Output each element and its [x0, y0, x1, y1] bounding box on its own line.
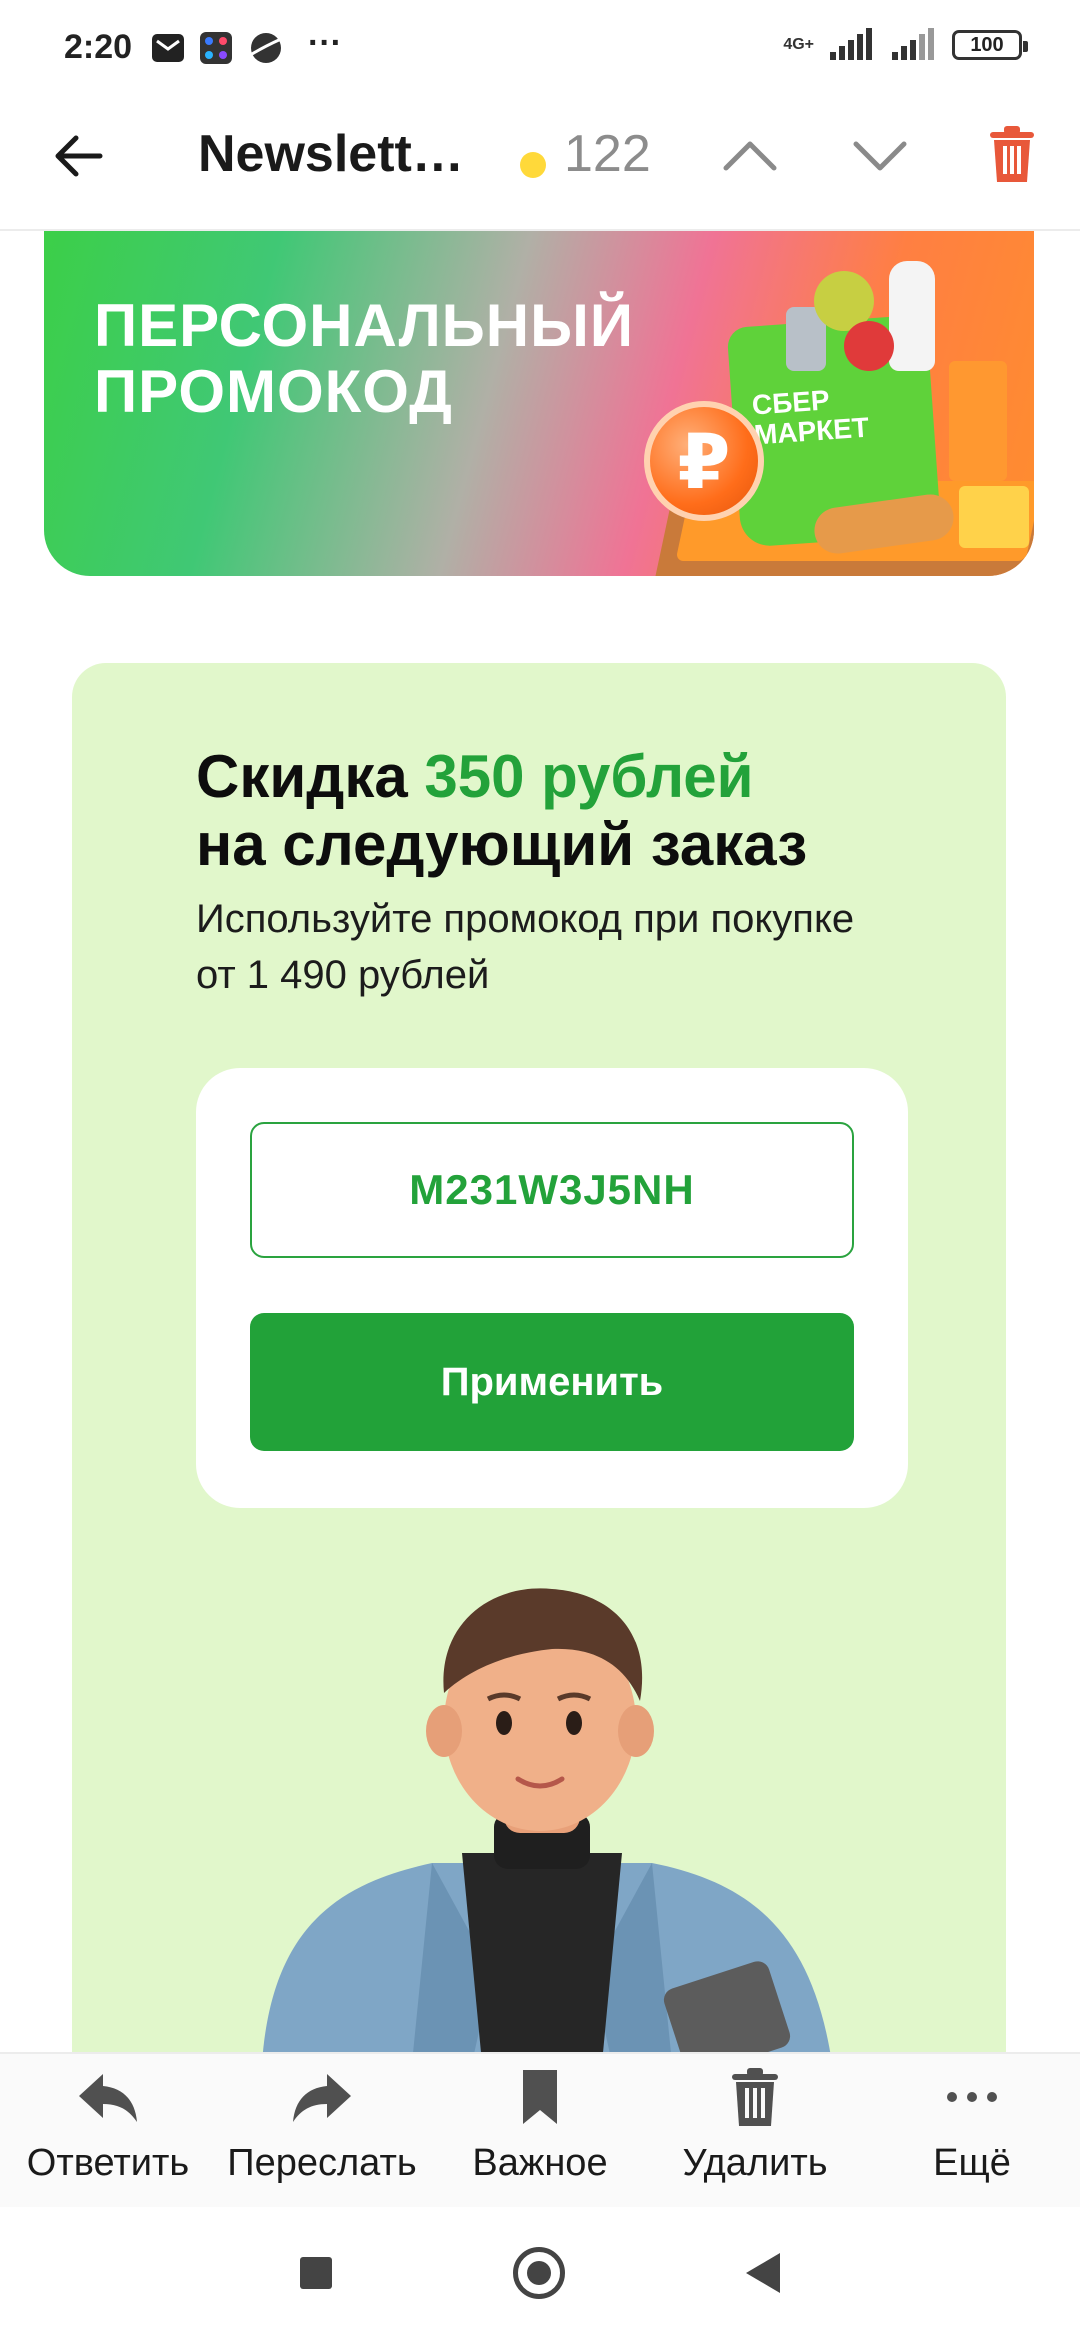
forward-icon: [293, 2074, 351, 2122]
forward-label: Переслать: [227, 2142, 417, 2184]
headline-prefix: Скидка: [196, 743, 425, 810]
battery-level: 100: [970, 33, 1004, 56]
promo-banner[interactable]: ПЕРСОНАЛЬНЫЙ ПРОМОКОД СБЕР МАРКЕТ ₽: [44, 231, 1034, 576]
headline-amount: 350 рублей: [424, 743, 754, 810]
reply-button[interactable]: Ответить: [8, 2064, 208, 2204]
apply-button[interactable]: Применить: [250, 1313, 854, 1451]
important-button[interactable]: Важное: [440, 2064, 640, 2204]
headline-line1: Скидка 350 рублей: [196, 743, 807, 811]
back-triangle-icon[interactable]: [746, 2253, 780, 2293]
trash-icon: [732, 2068, 778, 2126]
cheese-illustration: [959, 486, 1029, 548]
next-message-chevron-down-icon[interactable]: [852, 128, 908, 184]
reply-label: Ответить: [26, 2142, 190, 2184]
home-circle-icon[interactable]: [513, 2247, 565, 2299]
status-right: 4G+ 100: [783, 28, 1028, 62]
signal-icon-2: [892, 28, 934, 60]
more-label: Ещё: [933, 2142, 1011, 2184]
juice-box-illustration: [949, 361, 1007, 481]
back-arrow-icon[interactable]: [48, 126, 108, 186]
important-label: Важное: [472, 2142, 608, 2184]
delete-label: Удалить: [682, 2142, 828, 2184]
unread-dot-icon: [520, 152, 546, 178]
status-more-icon: ···: [308, 24, 342, 62]
more-icon: [947, 2092, 997, 2102]
reply-icon: [79, 2074, 137, 2122]
battery-icon: 100: [952, 30, 1028, 60]
previous-message-chevron-up-icon[interactable]: [722, 128, 778, 184]
signal-icon: [830, 28, 872, 60]
milk-bottle-illustration: [889, 261, 935, 371]
recents-square-icon[interactable]: [300, 2257, 332, 2289]
bag-brand-label: СБЕР МАРКЕТ: [751, 383, 870, 451]
folder-title: Newslett…: [198, 125, 464, 183]
unread-count: 122: [564, 125, 651, 183]
status-bar: 2:20 ··· 4G+ 100: [0, 0, 1080, 96]
apps-notification-icon: [200, 32, 232, 64]
system-navigation-bar: [0, 2207, 1080, 2340]
banner-title-line2: ПРОМОКОД: [94, 358, 453, 425]
promo-card: Скидка 350 рублей на следующий заказ Исп…: [72, 663, 1006, 2063]
forward-button[interactable]: Переслать: [222, 2064, 422, 2204]
promo-code-card: M231W3J5NH Применить: [196, 1068, 908, 1508]
apple-illustration: [844, 321, 894, 371]
mail-notification-icon: [152, 34, 184, 62]
promo-code-field[interactable]: M231W3J5NH: [250, 1122, 854, 1258]
man-with-phone-illustration: [262, 1588, 832, 2063]
message-header: Newslett… 122: [0, 96, 1080, 231]
promo-headline: Скидка 350 рублей на следующий заказ: [196, 743, 807, 879]
brand-line2: МАРКЕТ: [753, 411, 870, 451]
ruble-coin-icon: ₽: [644, 401, 764, 521]
more-button[interactable]: Ещё: [872, 2064, 1072, 2204]
bookmark-icon: [523, 2070, 557, 2124]
delete-trash-icon[interactable]: [988, 124, 1036, 184]
network-type: 4G+: [783, 36, 814, 53]
banner-title: ПЕРСОНАЛЬНЫЙ ПРОМОКОД: [94, 293, 634, 425]
message-action-bar: Ответить Переслать Важное Удалить Ещё: [0, 2052, 1080, 2207]
banner-title-line1: ПЕРСОНАЛЬНЫЙ: [94, 292, 634, 359]
status-time: 2:20: [64, 28, 133, 66]
planet-notification-icon: [251, 33, 282, 63]
promo-subtext: Используйте промокод при покупке от 1 49…: [196, 897, 855, 997]
delete-button[interactable]: Удалить: [655, 2064, 855, 2204]
headline-line2: на следующий заказ: [196, 811, 808, 878]
